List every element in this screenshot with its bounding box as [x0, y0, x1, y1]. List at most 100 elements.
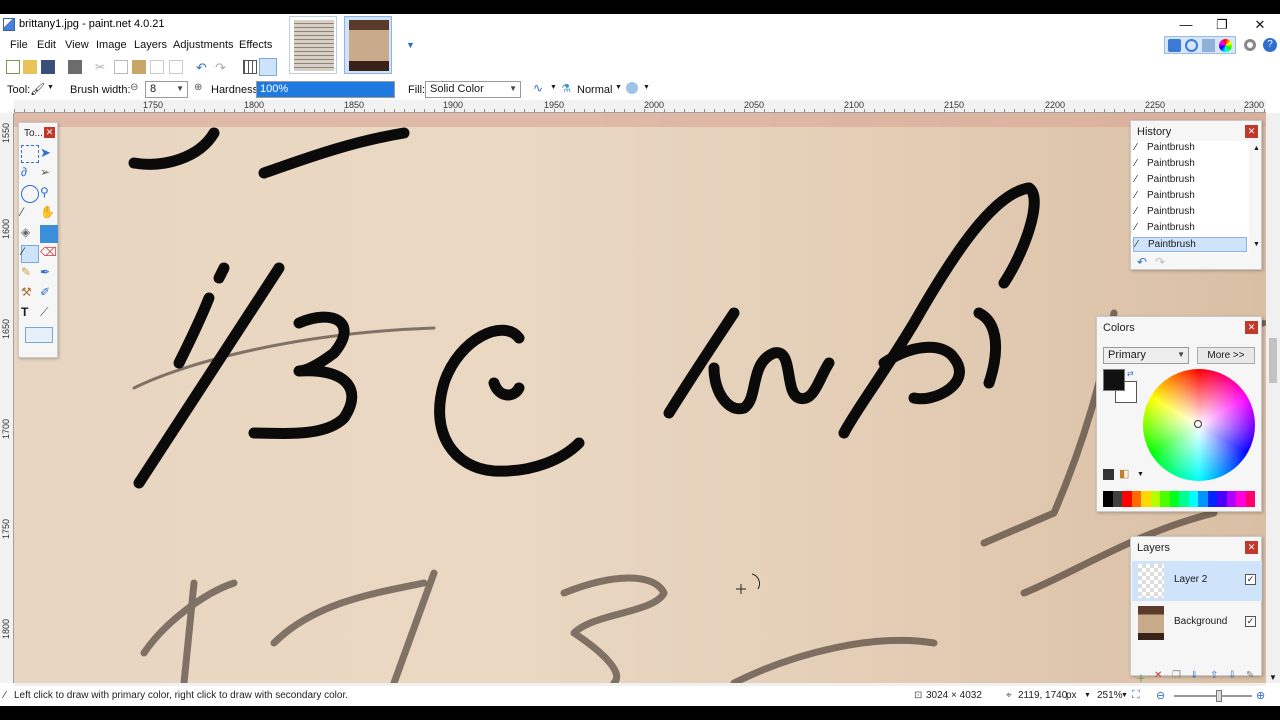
- color-palette-icon[interactable]: [1103, 469, 1114, 480]
- history-item[interactable]: ⁄ Paintbrush: [1133, 221, 1247, 236]
- colors-panel-close-icon[interactable]: ✕: [1245, 321, 1258, 334]
- palette-swatch[interactable]: [1103, 491, 1113, 507]
- palette-swatch[interactable]: [1179, 491, 1189, 507]
- paintbrush-tool-icon[interactable]: ⁄: [21, 245, 39, 263]
- units-dropdown-icon[interactable]: ▼: [1084, 692, 1091, 699]
- pencil-tool-icon[interactable]: ✎: [21, 265, 39, 283]
- color-picker-tool-icon[interactable]: ✒: [40, 265, 58, 283]
- tab-list-dropdown-icon[interactable]: ▼: [406, 40, 415, 50]
- history-scroll-down-icon[interactable]: ▼: [1253, 241, 1260, 248]
- move-selection-tool-icon[interactable]: ➢: [40, 165, 58, 183]
- zoom-slider[interactable]: [1174, 690, 1252, 702]
- rectangle-select-tool-icon[interactable]: [21, 145, 39, 163]
- history-redo-icon[interactable]: ↷: [1155, 255, 1165, 269]
- palette-swatch[interactable]: [1188, 491, 1198, 507]
- history-item[interactable]: ⁄ Paintbrush: [1133, 205, 1247, 220]
- move-layer-up-icon[interactable]: ⇧: [1210, 670, 1218, 681]
- hardness-slider[interactable]: 100%: [256, 81, 395, 98]
- paintbrush-tool-icon[interactable]: 🖌: [30, 82, 45, 96]
- add-layer-icon[interactable]: ＋: [1136, 670, 1146, 685]
- color-mode-dropdown[interactable]: Primary ▼: [1103, 347, 1189, 364]
- antialiasing-dropdown-icon[interactable]: ▼: [550, 84, 557, 91]
- menu-view[interactable]: View: [65, 39, 89, 51]
- history-panel-close-icon[interactable]: ✕: [1245, 125, 1258, 138]
- layer-properties-icon[interactable]: ✎: [1246, 670, 1254, 681]
- palette-swatch[interactable]: [1236, 491, 1246, 507]
- line-curve-tool-icon[interactable]: ⟋: [40, 305, 58, 323]
- palette-swatch[interactable]: [1122, 491, 1132, 507]
- palette-swatch[interactable]: [1150, 491, 1160, 507]
- history-scroll-up-icon[interactable]: ▲: [1253, 145, 1260, 152]
- vertical-scrollbar[interactable]: ▼: [1266, 113, 1280, 683]
- delete-layer-icon[interactable]: ✕: [1154, 670, 1162, 681]
- blend-mode-dropdown-icon[interactable]: ▼: [615, 84, 622, 91]
- increase-width-icon[interactable]: ⊕: [194, 82, 202, 93]
- crop-to-selection-icon[interactable]: [150, 60, 164, 74]
- layer-visibility-checkbox[interactable]: ✓: [1245, 574, 1256, 585]
- redo-icon[interactable]: ↷: [215, 60, 229, 75]
- palette-dropdown-icon[interactable]: ▼: [1137, 471, 1144, 478]
- new-image-icon[interactable]: [6, 60, 20, 74]
- ellipse-select-tool-icon[interactable]: [21, 185, 39, 203]
- move-selected-pixels-tool-icon[interactable]: ➤: [40, 145, 58, 163]
- colors-window-toggle-icon[interactable]: [1219, 39, 1232, 52]
- palette-menu-icon[interactable]: ◧: [1119, 467, 1129, 480]
- grid-toggle-icon[interactable]: [243, 60, 257, 74]
- palette-swatch[interactable]: [1198, 491, 1208, 507]
- rulers-toggle-icon[interactable]: [259, 58, 277, 76]
- deselect-icon[interactable]: [169, 60, 183, 74]
- palette-swatch[interactable]: [1245, 491, 1255, 507]
- minimize-button[interactable]: —: [1168, 14, 1204, 36]
- menu-edit[interactable]: Edit: [37, 39, 56, 51]
- palette-swatch[interactable]: [1217, 491, 1227, 507]
- clone-stamp-tool-icon[interactable]: ⚒: [21, 285, 39, 303]
- zoom-level[interactable]: 251%: [1097, 690, 1123, 701]
- palette-swatch[interactable]: [1160, 491, 1170, 507]
- settings-gear-icon[interactable]: [1244, 39, 1256, 51]
- layer-visibility-checkbox[interactable]: ✓: [1245, 616, 1256, 627]
- palette-swatch[interactable]: [1131, 491, 1141, 507]
- print-icon[interactable]: [68, 60, 82, 74]
- history-item[interactable]: ⁄ Paintbrush: [1133, 173, 1247, 188]
- tools-panel-close-icon[interactable]: ✕: [44, 127, 55, 138]
- pan-tool-icon[interactable]: ✋: [40, 205, 58, 223]
- save-icon[interactable]: [41, 60, 55, 74]
- duplicate-layer-icon[interactable]: ❐: [1172, 670, 1181, 681]
- units-selector[interactable]: px: [1066, 690, 1077, 701]
- zoom-out-icon[interactable]: ⊖: [1156, 689, 1165, 702]
- image-canvas[interactable]: [14, 113, 1266, 683]
- history-item-selected[interactable]: ⁄ Paintbrush: [1133, 237, 1247, 252]
- vertical-scroll-thumb[interactable]: [1269, 338, 1277, 383]
- layers-panel-close-icon[interactable]: ✕: [1245, 541, 1258, 554]
- swap-colors-icon[interactable]: ⇄: [1127, 369, 1134, 378]
- zoom-tool-icon[interactable]: ⚲: [40, 185, 58, 203]
- undo-icon[interactable]: ↶: [196, 60, 210, 75]
- copy-icon[interactable]: [114, 60, 128, 74]
- menu-effects[interactable]: Effects: [239, 39, 272, 51]
- menu-file[interactable]: File: [10, 39, 28, 51]
- merge-layer-down-icon[interactable]: ⇓: [1190, 670, 1198, 681]
- layer-row[interactable]: Background ✓: [1132, 603, 1262, 643]
- lasso-select-tool-icon[interactable]: ∂: [21, 165, 39, 183]
- magic-wand-tool-icon[interactable]: ⁄: [21, 205, 39, 223]
- primary-color-swatch[interactable]: [1103, 369, 1125, 391]
- layer-row[interactable]: Layer 2 ✓: [1132, 561, 1262, 601]
- fill-dropdown[interactable]: Solid Color ▼: [425, 81, 521, 98]
- antialiasing-icon[interactable]: ∿: [533, 81, 543, 95]
- palette-swatch[interactable]: [1112, 491, 1122, 507]
- brush-width-input[interactable]: 8 ▼: [145, 81, 188, 98]
- layers-window-toggle-icon[interactable]: [1202, 39, 1215, 52]
- palette-swatch[interactable]: [1141, 491, 1151, 507]
- gradient-tool-icon[interactable]: [40, 225, 58, 243]
- history-undo-icon[interactable]: ↶: [1137, 255, 1147, 269]
- cut-icon[interactable]: ✂: [95, 60, 109, 74]
- zoom-to-window-icon[interactable]: ⛶: [1132, 689, 1140, 702]
- alpha-blending-icon[interactable]: [626, 82, 638, 94]
- decrease-width-icon[interactable]: ⊖: [130, 82, 138, 93]
- history-window-toggle-icon[interactable]: [1185, 39, 1198, 52]
- history-item[interactable]: ⁄ Paintbrush: [1133, 157, 1247, 172]
- open-file-icon[interactable]: [23, 60, 37, 74]
- menu-layers[interactable]: Layers: [134, 39, 167, 51]
- paste-icon[interactable]: [132, 60, 146, 74]
- paint-bucket-tool-icon[interactable]: ◈: [21, 225, 39, 243]
